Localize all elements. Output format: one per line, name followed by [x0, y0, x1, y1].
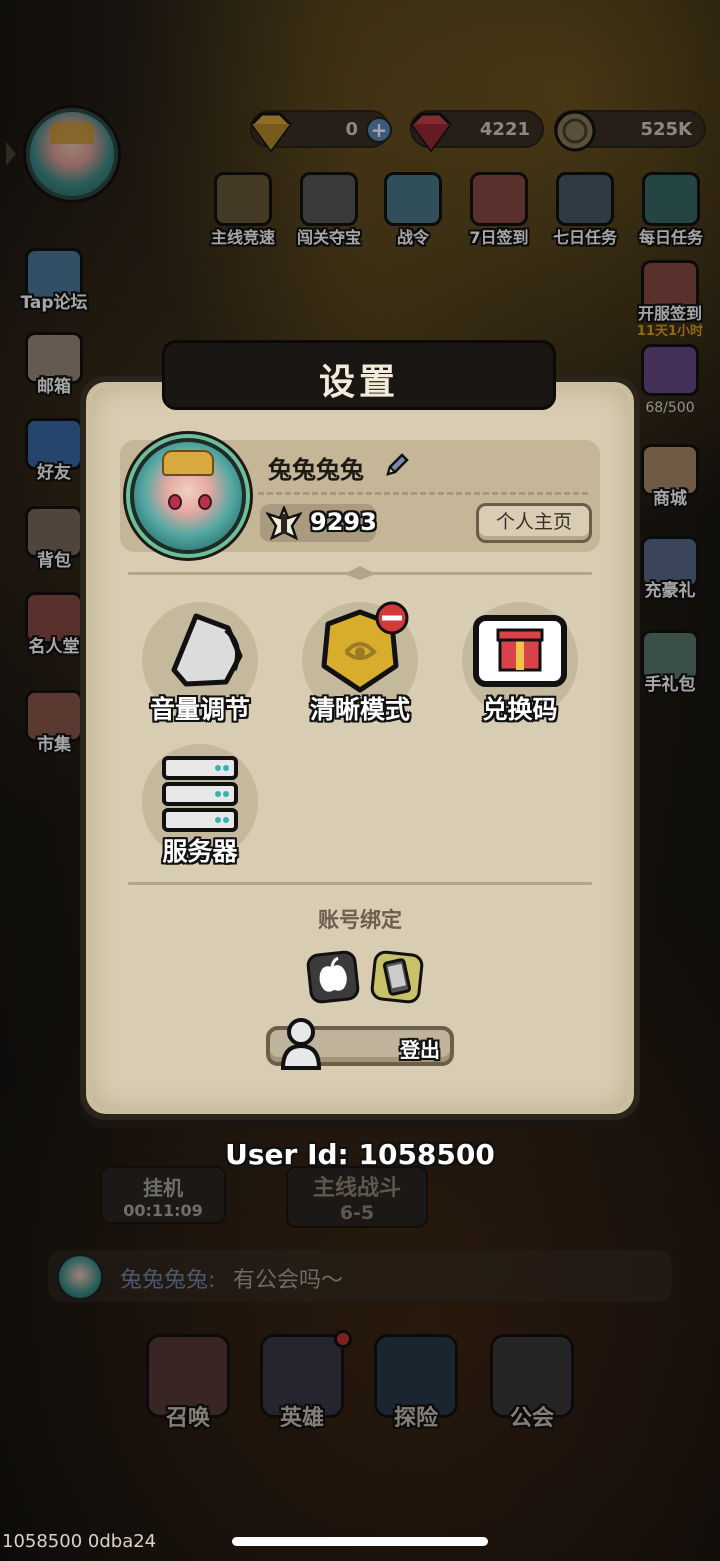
server-icon — [162, 756, 238, 832]
profile-username: 兔兔兔兔 — [268, 456, 364, 484]
power-value: 9293 — [310, 508, 377, 536]
option-label: 服务器 — [162, 837, 238, 866]
avatar-eye — [168, 494, 182, 510]
phone-bind-button[interactable] — [369, 949, 425, 1005]
disabled-icon — [375, 601, 409, 635]
redeem-code-button[interactable]: 兑换码 — [456, 598, 584, 726]
avatar-crown — [162, 450, 214, 476]
divider-ornament-icon — [344, 566, 376, 580]
personal-homepage-button[interactable]: 个人主页 — [476, 503, 592, 543]
avatar-eye — [198, 494, 212, 510]
build-id-text: 1058500 0dba24 — [2, 1531, 157, 1552]
gift-box-icon — [473, 615, 567, 687]
combat-power-icon — [266, 506, 302, 540]
user-id-text: User Id: 1058500 — [225, 1138, 495, 1171]
profile-divider — [258, 492, 588, 495]
volume-setting-button[interactable]: 音量调节 — [136, 598, 264, 726]
option-label: 清晰模式 — [309, 695, 410, 724]
volume-shell-icon — [171, 613, 243, 687]
server-button[interactable]: 服务器 — [136, 740, 264, 868]
option-label: 兑换码 — [482, 695, 558, 724]
phone-icon — [382, 958, 412, 996]
logout-label: 登出 — [400, 1038, 440, 1062]
account-binding-title: 账号绑定 — [318, 908, 402, 932]
user-silhouette-icon — [280, 1018, 322, 1070]
section-divider — [128, 882, 592, 885]
home-indicator[interactable] — [232, 1537, 488, 1546]
clarity-mode-button[interactable]: 清晰模式 — [296, 598, 424, 726]
modal-title-bar: 设置 — [162, 340, 556, 410]
option-label: 音量调节 — [149, 695, 250, 724]
apple-icon — [319, 956, 347, 992]
apple-bind-button[interactable] — [305, 949, 361, 1005]
profile-avatar[interactable] — [130, 438, 246, 554]
pencil-edit-icon[interactable] — [384, 452, 410, 478]
modal-title: 设置 — [318, 362, 399, 403]
